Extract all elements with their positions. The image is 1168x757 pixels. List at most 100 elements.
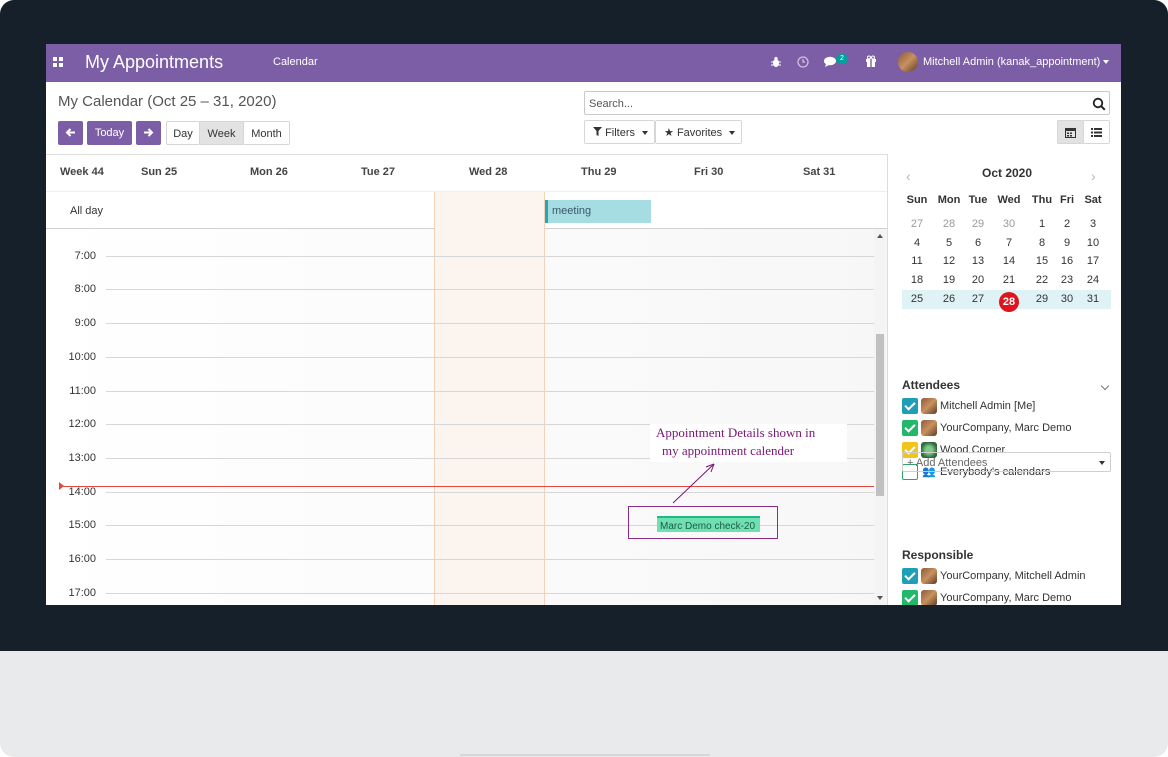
mini-calendar-day[interactable]: 14: [996, 255, 1022, 267]
hour-label: 9:00: [74, 317, 96, 330]
scroll-down-icon[interactable]: [877, 596, 883, 600]
clock-icon[interactable]: [797, 56, 809, 68]
responsible-title: Responsible: [902, 548, 974, 562]
hour-label: 11:00: [69, 384, 96, 397]
today-button[interactable]: Today: [87, 121, 132, 145]
mini-calendar-day[interactable]: 7: [996, 237, 1022, 249]
checkbox-checked-icon[interactable]: [902, 398, 918, 414]
scrollbar-thumb[interactable]: [876, 334, 884, 496]
day-header[interactable]: Mon 26: [250, 166, 288, 178]
mini-calendar-day[interactable]: 18: [904, 274, 930, 286]
vertical-scrollbar[interactable]: [874, 229, 886, 605]
mini-calendar-day[interactable]: 12: [936, 255, 962, 267]
filters-dropdown[interactable]: Filters: [584, 120, 655, 144]
mini-calendar-day[interactable]: 28: [936, 218, 962, 230]
mini-calendar-day[interactable]: 2: [1054, 218, 1080, 230]
filter-label: YourCompany, Marc Demo: [940, 422, 1072, 434]
bug-icon[interactable]: [770, 56, 782, 68]
mini-calendar-day[interactable]: 22: [1029, 274, 1055, 286]
filter-item[interactable]: YourCompany, Mitchell Admin: [902, 567, 1117, 585]
mini-calendar-day[interactable]: 26: [936, 293, 962, 305]
meeting-event[interactable]: meeting: [545, 200, 651, 223]
search-icon[interactable]: [1092, 97, 1106, 111]
mini-calendar-day[interactable]: 17: [1080, 255, 1106, 267]
mini-calendar-day[interactable]: 23: [1054, 274, 1080, 286]
weekday-label: Fri: [1059, 194, 1075, 206]
calendar-sidebar: ‹ Oct 2020 › Sun Mon Tue Wed Thu Fri Sat 27 28 29…: [887, 154, 1121, 605]
mini-calendar-day[interactable]: 3: [1080, 218, 1106, 230]
chevron-down-icon[interactable]: [1100, 381, 1110, 391]
attendee-avatar: [921, 398, 937, 414]
time-grid[interactable]: 6:007:008:009:0010:0011:0012:0013:0014:0…: [46, 229, 887, 605]
mini-calendar-day[interactable]: 19: [936, 274, 962, 286]
view-day-button[interactable]: Day: [166, 121, 200, 145]
mini-calendar-day[interactable]: 6: [965, 237, 991, 249]
mini-calendar-day[interactable]: 30: [996, 218, 1022, 230]
mini-calendar-day[interactable]: 4: [904, 237, 930, 249]
mini-calendar-day[interactable]: 21: [996, 274, 1022, 286]
checkbox-checked-icon[interactable]: [902, 590, 918, 605]
mini-calendar-day[interactable]: 31: [1080, 293, 1106, 305]
mini-calendar-next-icon[interactable]: ›: [1091, 168, 1096, 184]
day-header[interactable]: Thu 29: [581, 166, 616, 178]
mini-calendar-day[interactable]: 25: [904, 293, 930, 305]
stand-divider: [460, 754, 710, 756]
mini-calendar-day[interactable]: 9: [1054, 237, 1080, 249]
arrow-right-icon: [144, 128, 154, 137]
day-header[interactable]: Sun 25: [141, 166, 177, 178]
top-navbar: My Appointments Calendar 2 Mitchell Admi…: [46, 44, 1121, 82]
mini-calendar-day[interactable]: 27: [965, 293, 991, 305]
mini-calendar-day[interactable]: 16: [1054, 255, 1080, 267]
mini-calendar-day[interactable]: 20: [965, 274, 991, 286]
mini-calendar-day[interactable]: 11: [904, 255, 930, 267]
checkbox-checked-icon[interactable]: [902, 568, 918, 584]
day-header[interactable]: Tue 27: [361, 166, 395, 178]
day-header[interactable]: Wed 28: [469, 166, 507, 178]
day-header[interactable]: Sat 31: [803, 166, 835, 178]
mini-calendar-week: 4 5 6 7 8 9 10: [902, 234, 1111, 253]
add-attendees-select[interactable]: + Add Attendees: [902, 452, 1111, 472]
filter-label: YourCompany, Mitchell Admin: [940, 570, 1086, 582]
mini-calendar-day[interactable]: 29: [1029, 293, 1055, 305]
user-menu-caret-icon[interactable]: [1103, 60, 1109, 64]
mini-calendar-day[interactable]: 13: [965, 255, 991, 267]
checkbox-checked-icon[interactable]: [902, 420, 918, 436]
favorites-dropdown[interactable]: ★ Favorites: [655, 120, 742, 144]
day-header[interactable]: Fri 30: [694, 166, 723, 178]
attendee-avatar: [921, 420, 937, 436]
chat-badge: 2: [836, 54, 848, 64]
view-month-button[interactable]: Month: [243, 121, 290, 145]
mini-calendar-day[interactable]: 29: [965, 218, 991, 230]
mini-calendar-day[interactable]: 27: [904, 218, 930, 230]
star-icon: ★: [664, 127, 674, 139]
mini-calendar-day[interactable]: 30: [1054, 293, 1080, 305]
mini-calendar-day[interactable]: 5: [936, 237, 962, 249]
mini-calendar-day[interactable]: 24: [1080, 274, 1106, 286]
filter-item[interactable]: Mitchell Admin [Me]: [902, 397, 1117, 415]
menu-calendar[interactable]: Calendar: [273, 56, 318, 68]
apps-grid-icon[interactable]: [53, 57, 64, 68]
attendees-title: Attendees: [902, 378, 961, 392]
scroll-up-icon[interactable]: [877, 234, 883, 238]
calendar-view-button[interactable]: [1057, 120, 1084, 144]
user-avatar[interactable]: [898, 52, 918, 72]
weekday-label: Sat: [1084, 194, 1102, 206]
list-view-button[interactable]: [1083, 120, 1110, 144]
mini-calendar-day[interactable]: 15: [1029, 255, 1055, 267]
mini-calendar-prev-icon[interactable]: ‹: [906, 168, 911, 184]
mini-calendar-day[interactable]: 10: [1080, 237, 1106, 249]
mini-calendar-day[interactable]: 8: [1029, 237, 1055, 249]
previous-button[interactable]: [58, 121, 83, 145]
breadcrumb: My Calendar (Oct 25 – 31, 2020): [58, 93, 277, 110]
filters-caret-icon: [642, 131, 649, 136]
gift-icon[interactable]: [865, 55, 877, 67]
view-week-button[interactable]: Week: [199, 121, 244, 145]
today-marker[interactable]: 28: [999, 291, 1019, 312]
next-button[interactable]: [136, 121, 161, 145]
search-input[interactable]: [589, 96, 1069, 111]
mini-calendar-day[interactable]: 1: [1029, 218, 1055, 230]
user-menu[interactable]: Mitchell Admin (kanak_appointment): [923, 56, 1100, 68]
filter-item[interactable]: YourCompany, Marc Demo: [902, 419, 1117, 437]
filter-item[interactable]: YourCompany, Marc Demo: [902, 589, 1117, 605]
all-day-row[interactable]: All day: [46, 192, 887, 229]
